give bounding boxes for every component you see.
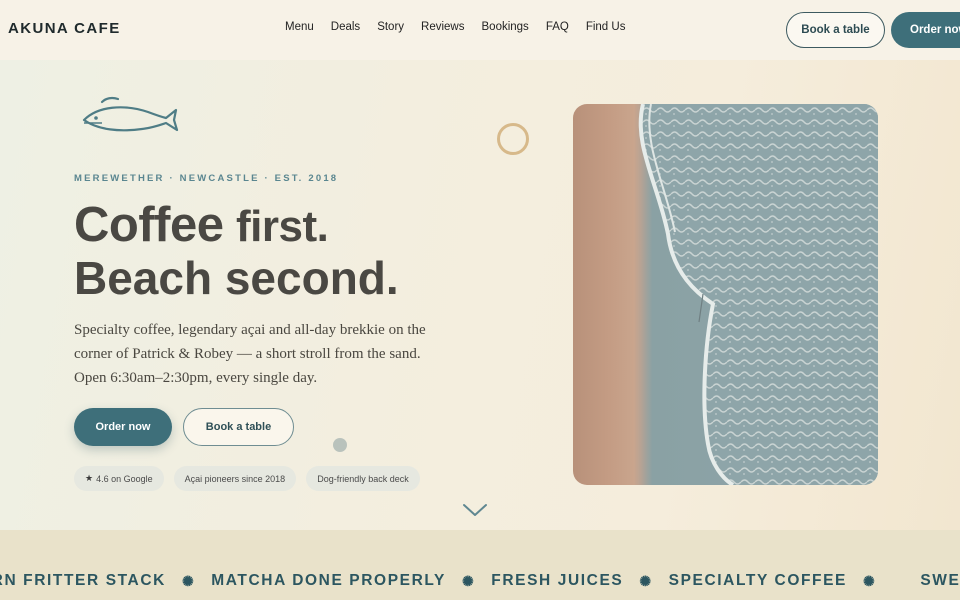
- pill-label: Açai pioneers since 2018: [184, 473, 286, 484]
- menu-marquee: ORN FRITTER STACK ✺ MATCHA DONE PROPERLY…: [0, 572, 960, 590]
- marquee-item: SPECIALTY COFFEE: [668, 572, 847, 589]
- sun-icon: ✺: [461, 572, 476, 589]
- marquee-item: SWEET AS BOWL: [920, 572, 960, 589]
- sun-icon: ✺: [863, 572, 877, 589]
- marquee-item: ORN FRITTER STACK: [0, 572, 166, 589]
- nav-find-us[interactable]: Find Us: [586, 21, 626, 33]
- nav-faq[interactable]: FAQ: [546, 21, 569, 33]
- headline-word-first: first.: [236, 202, 329, 251]
- pill-label: Dog-friendly back deck: [317, 473, 409, 484]
- hero-eyebrow: MEREWETHER · NEWCASTLE · EST. 2018: [74, 173, 339, 184]
- beach-aerial-photo: [573, 104, 878, 485]
- site-header: AKUNA CAFE Menu Deals Story Reviews Book…: [0, 0, 960, 60]
- nav-story[interactable]: Story: [377, 21, 404, 33]
- star-icon: ★: [85, 473, 94, 483]
- decorative-ring: [497, 123, 529, 155]
- brand-logo-text[interactable]: AKUNA CAFE: [8, 20, 121, 37]
- hero-headline: Coffee first. Beach second.: [74, 198, 399, 304]
- pill-label: 4.6 on Google: [96, 473, 153, 484]
- fish-icon: [82, 96, 179, 132]
- nav-bookings[interactable]: Bookings: [482, 21, 529, 33]
- headline-line-1: Coffee first.: [74, 198, 399, 253]
- pill-google-rating: ★ 4.6 on Google: [74, 466, 164, 491]
- decorative-dot: [333, 438, 347, 452]
- header-book-button[interactable]: Book a table: [786, 12, 885, 48]
- highlight-pills: ★ 4.6 on Google Açai pioneers since 2018…: [74, 466, 420, 491]
- hero-description: Specialty coffee, legendary açai and all…: [74, 322, 426, 386]
- page: AKUNA CAFE Menu Deals Story Reviews Book…: [0, 0, 960, 600]
- pill-dog-friendly: Dog-friendly back deck: [306, 466, 420, 491]
- main-nav: Menu Deals Story Reviews Bookings FAQ Fi…: [285, 21, 625, 33]
- nav-deals[interactable]: Deals: [331, 21, 360, 33]
- pill-acai: Açai pioneers since 2018: [173, 466, 297, 491]
- beach-photo-illustration: [638, 104, 878, 485]
- chevron-down-icon[interactable]: [461, 500, 489, 520]
- header-order-button[interactable]: Order now: [891, 12, 960, 48]
- headline-word-coffee: Coffee: [74, 198, 224, 252]
- book-table-button[interactable]: Book a table: [183, 408, 294, 446]
- nav-reviews[interactable]: Reviews: [421, 21, 464, 33]
- sun-icon: ✺: [181, 572, 196, 589]
- headline-line-2: Beach second.: [74, 252, 399, 304]
- marquee-item: MATCHA DONE PROPERLY: [211, 572, 446, 589]
- order-now-button[interactable]: Order now: [74, 408, 172, 446]
- nav-menu[interactable]: Menu: [285, 21, 314, 33]
- marquee-item: FRESH JUICES: [491, 572, 624, 589]
- sun-icon: ✺: [639, 572, 653, 589]
